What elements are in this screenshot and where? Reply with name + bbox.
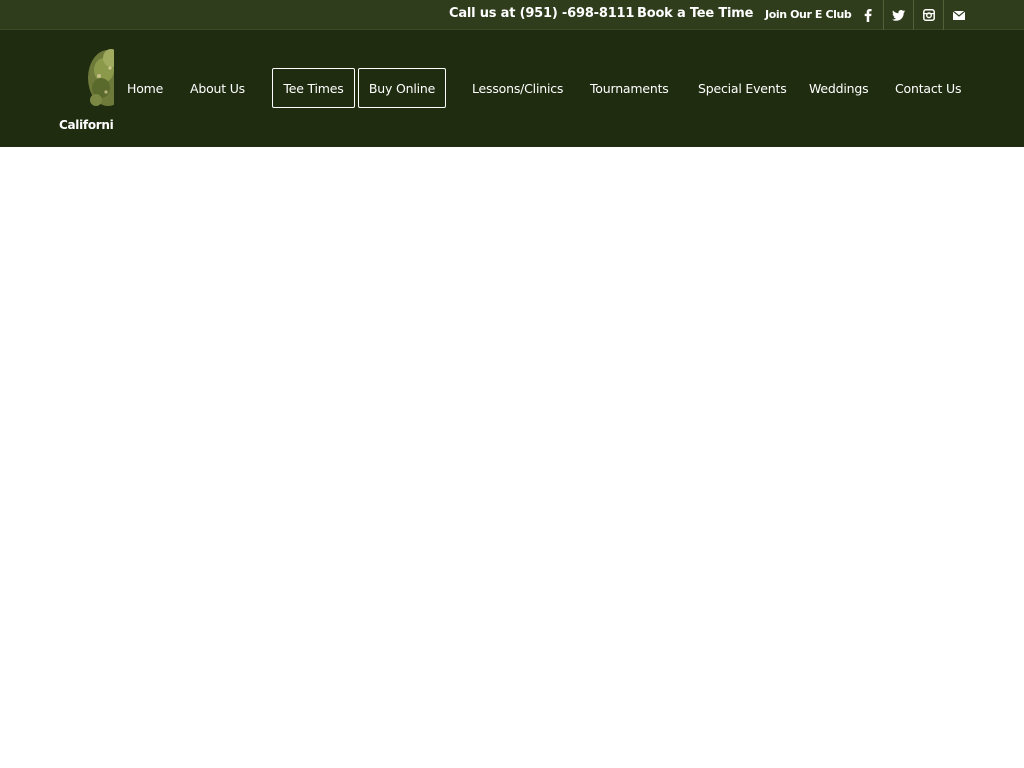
twitter-icon xyxy=(892,9,905,21)
nav-weddings[interactable]: Weddings xyxy=(809,30,869,147)
logo-text: Californi xyxy=(59,118,114,132)
nav-about-us[interactable]: About Us xyxy=(190,30,245,147)
facebook-icon xyxy=(864,8,872,22)
main-header: Californi Home About Us Tee Times Buy On… xyxy=(0,30,1024,147)
nav-buy-online[interactable]: Buy Online xyxy=(358,68,446,108)
tree-logo-icon xyxy=(88,49,114,106)
call-us-link[interactable]: Call us at (951) -698-8111 xyxy=(449,6,634,21)
nav-lessons-clinics[interactable]: Lessons/Clinics xyxy=(472,30,563,147)
mail-icon xyxy=(952,10,965,20)
nav-home[interactable]: Home xyxy=(127,30,163,147)
twitter-link[interactable] xyxy=(883,0,913,30)
instagram-link[interactable] xyxy=(913,0,943,30)
join-eclub-link[interactable]: Join Our E Club xyxy=(765,8,852,21)
instagram-icon xyxy=(922,9,935,21)
top-bar: Call us at (951) -698-8111 Book a Tee Ti… xyxy=(0,0,1024,30)
facebook-link[interactable] xyxy=(853,0,883,30)
book-tee-time-link[interactable]: Book a Tee Time xyxy=(637,6,753,21)
nav-tee-times[interactable]: Tee Times xyxy=(272,68,355,108)
nav-special-events[interactable]: Special Events xyxy=(698,30,787,147)
page-content xyxy=(0,147,1024,768)
club-logo[interactable]: Californi xyxy=(56,40,114,136)
mail-link[interactable] xyxy=(943,0,973,30)
nav-tournaments[interactable]: Tournaments xyxy=(590,30,669,147)
nav-contact-us[interactable]: Contact Us xyxy=(895,30,961,147)
